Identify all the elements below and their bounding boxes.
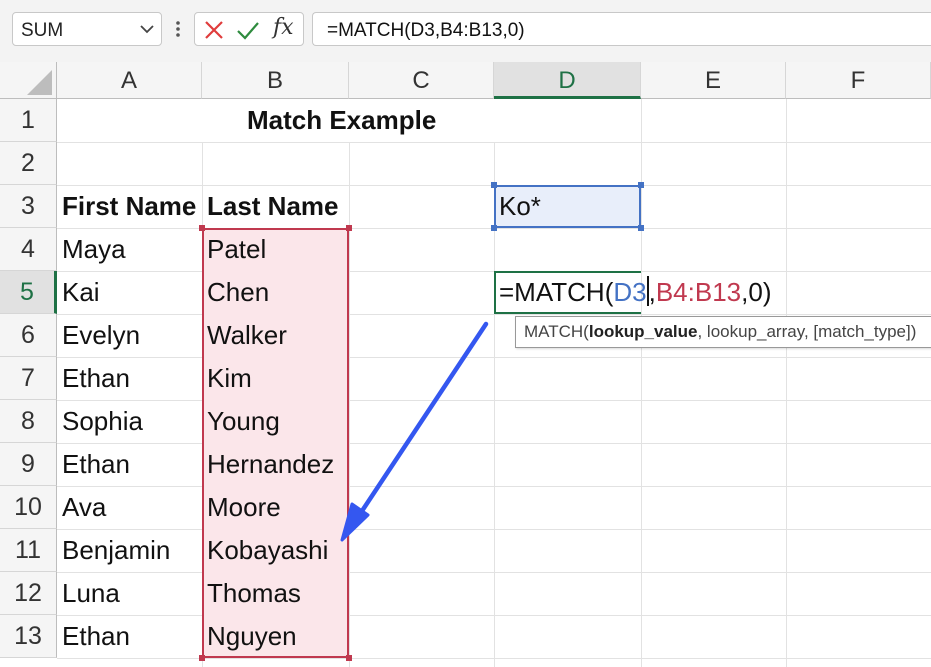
gridline xyxy=(57,572,931,573)
row-header-13[interactable]: 13 xyxy=(0,615,57,658)
select-all-triangle-icon xyxy=(27,70,52,95)
range-handle[interactable] xyxy=(638,182,644,188)
last-name-cell[interactable]: Moore xyxy=(202,486,281,529)
range-handle[interactable] xyxy=(346,655,352,661)
row-header-2[interactable]: 2 xyxy=(0,142,57,185)
last-name-cell[interactable]: Walker xyxy=(202,314,287,357)
first-name-cell[interactable]: Ava xyxy=(57,486,106,529)
more-options-icon[interactable] xyxy=(172,12,184,46)
gridline xyxy=(57,357,931,358)
formula-bar: SUM fx =MATCH(D3,B4:B13,0) xyxy=(0,0,931,62)
row-header-4[interactable]: 4 xyxy=(0,228,57,271)
formula-text: =MATCH(D3,B4:B13,0) xyxy=(327,20,525,41)
gridline xyxy=(57,615,931,616)
first-name-cell[interactable]: Ethan xyxy=(57,357,130,400)
range-handle[interactable] xyxy=(346,225,352,231)
column-header-b[interactable]: B xyxy=(202,62,349,99)
row-header-3[interactable]: 3 xyxy=(0,185,57,228)
gridline xyxy=(349,142,350,667)
row-header-11[interactable]: 11 xyxy=(0,529,57,572)
row-header-6[interactable]: 6 xyxy=(0,314,57,357)
last-name-cell[interactable]: Young xyxy=(202,400,280,443)
row-header-10[interactable]: 10 xyxy=(0,486,57,529)
formula-input[interactable]: =MATCH(D3,B4:B13,0) xyxy=(312,12,931,46)
first-name-cell[interactable]: Luna xyxy=(57,572,120,615)
cancel-icon[interactable] xyxy=(201,17,227,43)
row-header-8[interactable]: 8 xyxy=(0,400,57,443)
first-name-cell[interactable]: Ethan xyxy=(57,615,130,658)
first-name-cell[interactable]: Evelyn xyxy=(57,314,140,357)
formula-separator: , xyxy=(648,277,656,307)
chevron-down-icon[interactable] xyxy=(135,17,159,41)
row-header-5[interactable]: 5 xyxy=(0,271,57,314)
column-header-c[interactable]: C xyxy=(349,62,494,99)
name-box[interactable]: SUM xyxy=(12,12,162,46)
name-box-value: SUM xyxy=(21,20,64,41)
enter-check-icon[interactable] xyxy=(235,17,261,43)
gridline xyxy=(57,400,931,401)
select-all-corner[interactable] xyxy=(0,62,57,99)
last-name-cell[interactable]: Hernandez xyxy=(202,443,334,486)
insert-function-icon[interactable]: fx xyxy=(273,15,294,40)
annotation-arrow-icon xyxy=(340,321,489,542)
range-handle[interactable] xyxy=(638,225,644,231)
tooltip-rest: , lookup_array, [match_type]) xyxy=(697,322,917,341)
row-header-12[interactable]: 12 xyxy=(0,572,57,615)
header-last-name[interactable]: Last Name xyxy=(202,185,339,228)
gridline xyxy=(57,529,931,530)
formula-arg-lookup-array: B4:B13 xyxy=(655,277,742,307)
last-name-cell[interactable]: Kim xyxy=(202,357,252,400)
formula-rest: ,0) xyxy=(741,277,772,307)
last-name-cell[interactable]: Patel xyxy=(202,228,266,271)
formula-buttons: fx xyxy=(194,12,304,46)
formula-prefix: =MATCH( xyxy=(499,277,614,307)
gridline xyxy=(57,314,931,315)
gridline xyxy=(57,486,931,487)
column-header-d[interactable]: D xyxy=(494,62,641,99)
first-name-cell[interactable]: Kai xyxy=(57,271,100,314)
function-tooltip[interactable]: MATCH(lookup_value, lookup_array, [match… xyxy=(515,316,931,348)
row-header-1[interactable]: 1 xyxy=(0,99,57,142)
tooltip-fn: MATCH( xyxy=(524,322,589,341)
first-name-cell[interactable]: Benjamin xyxy=(57,529,170,572)
row-header-7[interactable]: 7 xyxy=(0,357,57,400)
gridline xyxy=(57,443,931,444)
row-header-9[interactable]: 9 xyxy=(0,443,57,486)
tooltip-current-arg: lookup_value xyxy=(588,322,698,341)
gridline xyxy=(57,658,931,659)
column-header-f[interactable]: F xyxy=(786,62,931,99)
formula-arg-lookup-value: D3 xyxy=(613,277,647,307)
last-name-cell[interactable]: Chen xyxy=(202,271,269,314)
last-name-cell[interactable]: Kobayashi xyxy=(202,529,328,572)
spreadsheet-grid: A B C D E F 1 2 3 4 5 6 7 8 9 10 11 12 1… xyxy=(0,62,931,667)
title-cell[interactable]: Match Example xyxy=(242,99,436,142)
in-cell-formula[interactable]: =MATCH(D3,B4:B13,0) xyxy=(499,271,771,314)
column-header-a[interactable]: A xyxy=(57,62,202,99)
first-name-cell[interactable]: Ethan xyxy=(57,443,130,486)
gridline xyxy=(57,142,931,143)
lookup-value-cell[interactable]: Ko* xyxy=(494,185,541,228)
first-name-cell[interactable]: Sophia xyxy=(57,400,143,443)
first-name-cell[interactable]: Maya xyxy=(57,228,126,271)
last-name-cell[interactable]: Thomas xyxy=(202,572,301,615)
last-name-cell[interactable]: Nguyen xyxy=(202,615,297,658)
column-header-e[interactable]: E xyxy=(641,62,786,99)
header-first-name[interactable]: First Name xyxy=(57,185,196,228)
